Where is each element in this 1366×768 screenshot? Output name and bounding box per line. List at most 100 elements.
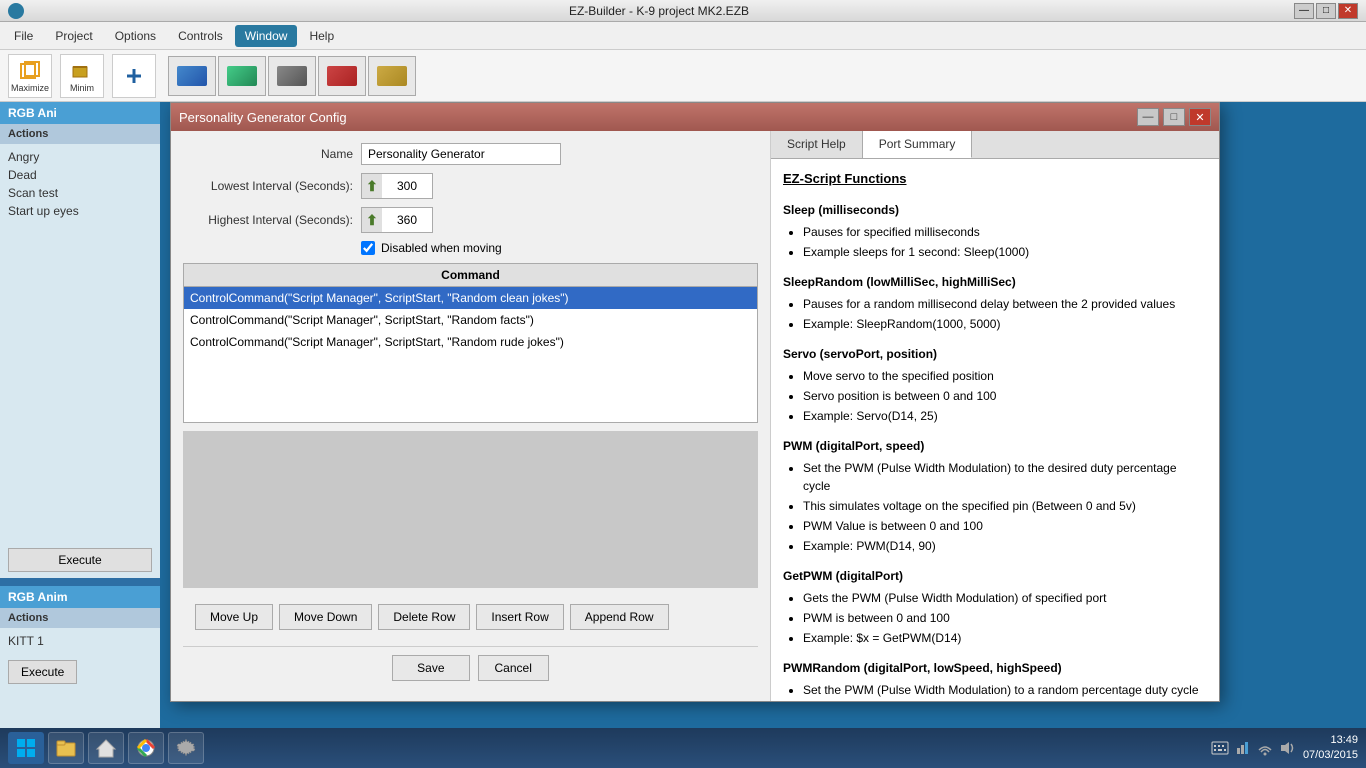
- dialog-maximize-btn[interactable]: □: [1163, 108, 1185, 126]
- tab-script-help[interactable]: Script Help: [771, 131, 863, 158]
- lowest-interval-spin-btn[interactable]: ⬆: [362, 174, 382, 198]
- menu-help[interactable]: Help: [299, 25, 344, 47]
- append-row-btn[interactable]: Append Row: [570, 604, 669, 630]
- help-section-bullets: Pauses for a random millisecond delay be…: [803, 295, 1207, 333]
- menu-file[interactable]: File: [4, 25, 43, 47]
- highest-interval-value: 360: [382, 210, 432, 230]
- button-row: Move Up Move Down Delete Row Insert Row …: [183, 596, 758, 638]
- menu-window[interactable]: Window: [235, 25, 298, 47]
- dialog: Personality Generator Config — □ ✕ Name: [170, 102, 1220, 702]
- help-main-title: EZ-Script Functions: [783, 169, 1207, 189]
- taskbar-explorer-icon[interactable]: [48, 732, 84, 764]
- panel1-execute-btn[interactable]: Execute: [8, 548, 152, 572]
- panel1-section: Actions Angry Dead Scan test Start up ey…: [0, 124, 160, 578]
- main-area: RGB Ani Actions Angry Dead Scan test Sta…: [0, 102, 1366, 728]
- delete-row-btn[interactable]: Delete Row: [378, 604, 470, 630]
- help-section-bullets: Gets the PWM (Pulse Width Modulation) of…: [803, 589, 1207, 647]
- empty-area: [183, 431, 758, 589]
- menu-controls[interactable]: Controls: [168, 25, 233, 47]
- list-item[interactable]: Angry: [8, 148, 152, 166]
- network-icon: [1235, 740, 1251, 756]
- menu-options[interactable]: Options: [105, 25, 166, 47]
- help-section-title: PWM (digitalPort, speed): [783, 437, 1207, 455]
- disabled-moving-checkbox[interactable]: [361, 241, 375, 255]
- help-section-bullets: Pauses for specified milliseconds Example…: [803, 223, 1207, 261]
- titlebar-maximize-btn[interactable]: □: [1316, 3, 1336, 19]
- clock-date: 07/03/2015: [1303, 748, 1358, 763]
- help-bullet: Set the PWM (Pulse Width Modulation) to …: [803, 681, 1207, 699]
- left-panels: RGB Ani Actions Angry Dead Scan test Sta…: [0, 102, 160, 728]
- folder-icon: [55, 737, 77, 759]
- toolbar-add-btn[interactable]: [112, 54, 156, 98]
- thumbnail-3[interactable]: [268, 56, 316, 96]
- list-item[interactable]: Scan test: [8, 184, 152, 202]
- dialog-close-btn[interactable]: ✕: [1189, 108, 1211, 126]
- save-btn[interactable]: Save: [392, 655, 469, 681]
- maximize-icon: [17, 59, 43, 81]
- tab-port-summary[interactable]: Port Summary: [863, 131, 973, 158]
- toolbar: Maximize Minim: [0, 50, 1366, 102]
- thumbnail-1[interactable]: [168, 56, 216, 96]
- toolbar-minimize-label: Minim: [70, 83, 94, 93]
- thumbnail-2[interactable]: [218, 56, 266, 96]
- toolbar-maximize-label: Maximize: [11, 83, 49, 93]
- highest-interval-spin-btn[interactable]: ⬆: [362, 208, 382, 232]
- menu-project[interactable]: Project: [45, 25, 102, 47]
- panel2-actions-label: Actions: [0, 608, 160, 628]
- taskbar-settings-icon[interactable]: [168, 732, 204, 764]
- highest-interval-spin: ⬆ 360: [361, 207, 433, 233]
- thumbnail-4[interactable]: [318, 56, 366, 96]
- toolbar-minimize-btn[interactable]: Minim: [60, 54, 104, 98]
- help-bullet: Servo position is between 0 and 100: [803, 387, 1207, 405]
- table-row[interactable]: ControlCommand("Script Manager", ScriptS…: [184, 309, 757, 331]
- home-icon: [95, 737, 117, 759]
- name-input[interactable]: [361, 143, 561, 165]
- cancel-btn[interactable]: Cancel: [478, 655, 549, 681]
- move-up-btn[interactable]: Move Up: [195, 604, 273, 630]
- insert-row-btn[interactable]: Insert Row: [476, 604, 563, 630]
- help-content: EZ-Script Functions Sleep (milliseconds)…: [771, 159, 1219, 701]
- disabled-moving-label: Disabled when moving: [381, 241, 502, 255]
- minimize-icon: [69, 59, 95, 81]
- table-row[interactable]: ControlCommand("Script Manager", ScriptS…: [184, 287, 757, 310]
- panel1-list: Angry Dead Scan test Start up eyes: [0, 144, 160, 542]
- save-cancel-row: Save Cancel: [183, 646, 758, 689]
- help-bullet: Example sleeps for 1 second: Sleep(1000): [803, 243, 1207, 261]
- help-bullet: This simulates voltage on the specified …: [803, 701, 1207, 702]
- taskbar-home-icon[interactable]: [88, 732, 124, 764]
- move-down-btn[interactable]: Move Down: [279, 604, 372, 630]
- list-item[interactable]: KITT 1: [8, 632, 152, 650]
- panel2-execute-btn[interactable]: Execute: [8, 660, 77, 684]
- taskbar-right: 13:49 07/03/2015: [1211, 733, 1358, 764]
- browser-icon: [135, 737, 157, 759]
- list-item[interactable]: Start up eyes: [8, 202, 152, 220]
- titlebar: EZ-Builder - K-9 project MK2.EZB — □ ✕: [0, 0, 1366, 22]
- titlebar-minimize-btn[interactable]: —: [1294, 3, 1314, 19]
- titlebar-close-btn[interactable]: ✕: [1338, 3, 1358, 19]
- help-tabs: Script Help Port Summary: [771, 131, 1219, 159]
- help-bullet: Move servo to the specified position: [803, 367, 1207, 385]
- help-section-bullets: Set the PWM (Pulse Width Modulation) to …: [803, 459, 1207, 555]
- taskbar-chrome-icon[interactable]: [128, 732, 164, 764]
- help-bullet: Pauses for specified milliseconds: [803, 223, 1207, 241]
- help-section-bullets: Move servo to the specified position Serv…: [803, 367, 1207, 425]
- wifi-icon: [1257, 740, 1273, 756]
- help-sections: Sleep (milliseconds)Pauses for specified…: [783, 201, 1207, 702]
- dialog-minimize-btn[interactable]: —: [1137, 108, 1159, 126]
- toolbar-maximize-btn[interactable]: Maximize: [8, 54, 52, 98]
- taskbar-clock: 13:49 07/03/2015: [1303, 733, 1358, 764]
- thumbnail-row: [168, 56, 416, 96]
- dialog-title: Personality Generator Config: [179, 110, 347, 125]
- taskbar: 13:49 07/03/2015: [0, 728, 1366, 768]
- panel-separator: [0, 578, 160, 586]
- panel1-actions-label: Actions: [0, 124, 160, 144]
- list-item[interactable]: Dead: [8, 166, 152, 184]
- thumbnail-5[interactable]: [368, 56, 416, 96]
- lowest-interval-label: Lowest Interval (Seconds):: [183, 179, 353, 193]
- help-bullet: PWM Value is between 0 and 100: [803, 517, 1207, 535]
- gear-icon: [175, 737, 197, 759]
- table-row[interactable]: ControlCommand("Script Manager", ScriptS…: [184, 331, 757, 353]
- dialog-titlebar: Personality Generator Config — □ ✕: [171, 103, 1219, 131]
- help-section-title: SleepRandom (lowMilliSec, highMilliSec): [783, 273, 1207, 291]
- taskbar-start-btn[interactable]: [8, 732, 44, 764]
